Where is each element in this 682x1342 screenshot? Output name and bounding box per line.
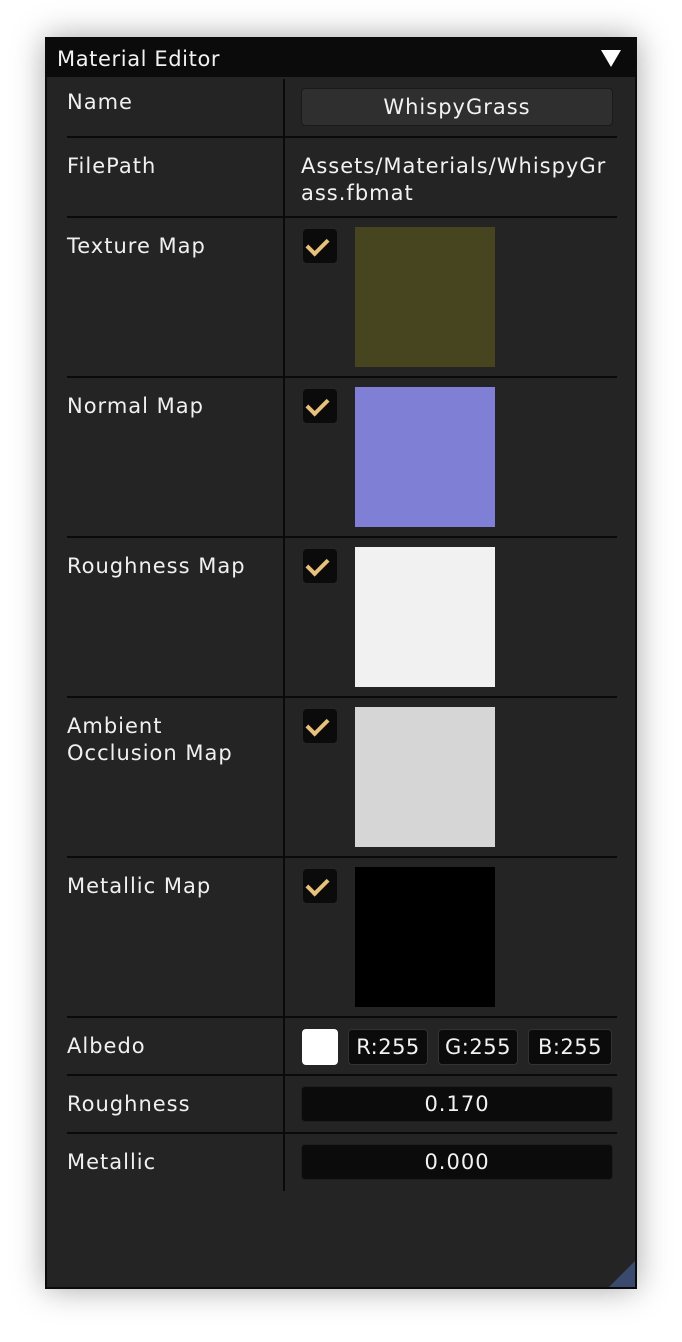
roughness-map-checkbox[interactable] xyxy=(303,549,337,583)
material-name-button[interactable]: WhispyGrass xyxy=(301,88,613,126)
metallic-label: Metallic xyxy=(67,1150,157,1174)
row-divider xyxy=(67,536,617,538)
roughness-label: Roughness xyxy=(67,1092,191,1116)
column-divider xyxy=(283,79,285,1191)
resize-grip-icon[interactable] xyxy=(609,1261,635,1287)
filepath-value: Assets/Materials/WhispyGrass.fbmat xyxy=(301,154,607,205)
normal-map-checkbox[interactable] xyxy=(303,389,337,423)
ambient-occlusion-map-thumbnail[interactable] xyxy=(355,707,495,847)
ambient-occlusion-map-checkbox[interactable] xyxy=(303,709,337,743)
checkmark-icon xyxy=(305,232,330,257)
albedo-r-field[interactable]: R:255 xyxy=(348,1029,428,1065)
texture-map-label: Texture Map xyxy=(67,234,206,258)
row-divider xyxy=(67,856,617,858)
normal-map-label: Normal Map xyxy=(67,394,204,418)
checkmark-icon xyxy=(305,872,330,897)
albedo-color-swatch[interactable] xyxy=(302,1029,338,1065)
roughness-map-label: Roughness Map xyxy=(67,554,246,578)
roughness-map-thumbnail[interactable] xyxy=(355,547,495,687)
roughness-slider[interactable]: 0.170 xyxy=(301,1086,613,1122)
checkmark-icon xyxy=(305,552,330,577)
collapse-arrow-icon[interactable] xyxy=(601,50,621,67)
row-divider xyxy=(67,1132,617,1134)
checkmark-icon xyxy=(305,392,330,417)
row-divider xyxy=(67,1074,617,1076)
material-editor-window: Material Editor Name WhispyGrass FilePat… xyxy=(45,37,637,1289)
metallic-map-checkbox[interactable] xyxy=(303,869,337,903)
row-divider xyxy=(67,376,617,378)
metallic-slider[interactable]: 0.000 xyxy=(301,1144,613,1180)
filepath-label: FilePath xyxy=(67,154,157,178)
metallic-map-thumbnail[interactable] xyxy=(355,867,495,1007)
albedo-label: Albedo xyxy=(67,1034,146,1058)
albedo-g-field[interactable]: G:255 xyxy=(438,1029,518,1065)
row-divider xyxy=(67,216,617,218)
titlebar[interactable]: Material Editor xyxy=(47,39,635,77)
row-divider xyxy=(67,1016,617,1018)
texture-map-checkbox[interactable] xyxy=(303,229,337,263)
normal-map-thumbnail[interactable] xyxy=(355,387,495,527)
albedo-b-field[interactable]: B:255 xyxy=(528,1029,612,1065)
row-divider xyxy=(67,696,617,698)
row-divider xyxy=(67,136,617,138)
ambient-occlusion-map-label: Ambient Occlusion Map xyxy=(67,714,233,765)
name-label: Name xyxy=(67,90,133,114)
window-title: Material Editor xyxy=(57,47,221,71)
checkmark-icon xyxy=(305,712,330,737)
texture-map-thumbnail[interactable] xyxy=(355,227,495,367)
metallic-map-label: Metallic Map xyxy=(67,874,212,898)
